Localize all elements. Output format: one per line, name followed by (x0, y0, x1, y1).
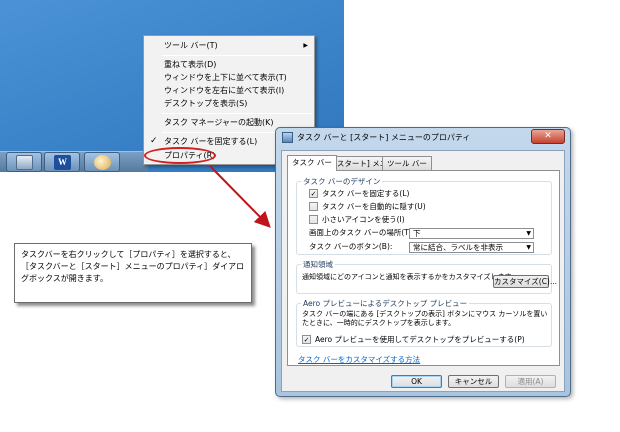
submenu-arrow-icon: ▶ (303, 42, 308, 49)
select-value: 常に結合、ラベルを非表示 (413, 243, 503, 252)
chevron-down-icon: ▼ (526, 244, 531, 251)
customize-button[interactable]: カスタマイズ(C)... (493, 275, 557, 288)
word-icon: W (54, 155, 71, 170)
aero-peek-checkbox[interactable]: ✓ (302, 335, 311, 344)
autohide-checkbox[interactable] (309, 202, 318, 211)
menu-item-show-desktop[interactable]: デスクトップを表示(S) (144, 97, 314, 110)
location-label: 画面上のタスク バーの場所(T): (309, 228, 415, 237)
explorer-icon (16, 155, 33, 170)
checkbox-label: タスク バーを固定する(L) (322, 189, 410, 198)
chevron-down-icon: ▼ (526, 230, 531, 237)
cancel-button[interactable]: キャンセル (448, 375, 499, 388)
taskbar-properties-dialog: タスク バーと [スタート] メニューのプロパティ ✕ タスク バー [スタート… (275, 127, 571, 397)
menu-item-label: ツール バー(T) (164, 41, 218, 50)
menu-item-toolbars[interactable]: ツール バー(T) ▶ (144, 39, 314, 52)
group-title: 通知領域 (301, 259, 335, 270)
location-select[interactable]: 下 ▼ (409, 228, 534, 239)
ok-button[interactable]: OK (391, 375, 442, 388)
lock-taskbar-checkbox[interactable]: ✓ (309, 189, 318, 198)
taskbar-design-group: タスク バーのデザイン ✓ タスク バーを固定する(L) タスク バーを自動的に… (296, 176, 552, 255)
tab-taskbar[interactable]: タスク バー (287, 155, 337, 171)
close-icon[interactable]: ✕ (531, 129, 565, 144)
menu-item-label: デスクトップを表示(S) (164, 99, 248, 108)
menu-item-label: タスク マネージャーの起動(K) (164, 118, 274, 127)
group-title: Aero プレビューによるデスクトップ プレビュー (301, 298, 470, 309)
window-icon (282, 132, 293, 143)
apply-button[interactable]: 適用(A) (505, 375, 556, 388)
dialog-title: タスク バーと [スタート] メニューのプロパティ (297, 133, 471, 142)
notification-text: 通知領域にどのアイコンと通知を表示するかをカスタマイズします。 (302, 273, 518, 281)
menu-separator (162, 55, 312, 56)
taskbar-button-paint[interactable] (84, 152, 120, 172)
tab-toolbars[interactable]: ツール バー (382, 156, 432, 170)
paint-icon (94, 155, 111, 170)
callout-text: タスクバーを右クリックして［プロパティ］を選択すると、［タスクバーと［スタート］… (21, 250, 245, 283)
taskbar-button-explorer[interactable] (6, 152, 42, 172)
tab-panel: タスク バーのデザイン ✓ タスク バーを固定する(L) タスク バーを自動的に… (287, 170, 560, 366)
menu-item-side-by-side[interactable]: ウィンドウを左右に並べて表示(I) (144, 84, 314, 97)
explanation-callout: タスクバーを右クリックして［プロパティ］を選択すると、［タスクバーと［スタート］… (14, 243, 252, 303)
checkbox-label: Aero プレビューを使用してデスクトップをプレビューする(P) (315, 335, 525, 344)
select-value: 下 (413, 229, 421, 238)
menu-separator (162, 113, 312, 114)
menu-item-label: タスク バーを固定する(L) (164, 137, 258, 146)
small-icons-checkbox[interactable] (309, 215, 318, 224)
menu-item-label: 重ねて表示(D) (164, 60, 217, 69)
menu-item-label: ウィンドウを左右に並べて表示(I) (164, 86, 285, 95)
aero-peek-group: Aero プレビューによるデスクトップ プレビュー タスク バーの端にある [デ… (296, 298, 552, 347)
checkbox-label: 小さいアイコンを使う(I) (322, 215, 405, 224)
menu-item-cascade[interactable]: 重ねて表示(D) (144, 58, 314, 71)
menu-item-stack[interactable]: ウィンドウを上下に並べて表示(T) (144, 71, 314, 84)
dialog-client-area: タスク バー [スタート] メニュー ツール バー タスク バーのデザイン ✓ … (281, 150, 565, 392)
menu-item-label: ウィンドウを上下に並べて表示(T) (164, 73, 287, 82)
buttons-select[interactable]: 常に結合、ラベルを非表示 ▼ (409, 242, 534, 253)
checkbox-label: タスク バーを自動的に隠す(U) (322, 202, 426, 211)
buttons-label: タスク バーのボタン(B): (309, 242, 393, 251)
customize-help-link[interactable]: タスク バーをカスタマイズする方法 (298, 354, 420, 365)
highlight-ring (144, 147, 216, 164)
group-title: タスク バーのデザイン (301, 176, 383, 187)
aero-peek-text: タスク バーの端にある [デスクトップの表示] ボタンにマウス カーソルを置いた… (302, 310, 548, 327)
taskbar-button-word[interactable]: W (44, 152, 80, 172)
check-icon: ✓ (150, 136, 158, 146)
notification-area-group: 通知領域 通知領域にどのアイコンと通知を表示するかをカスタマイズします。 カスタ… (296, 259, 557, 294)
dialog-titlebar[interactable]: タスク バーと [スタート] メニューのプロパティ ✕ (276, 128, 570, 148)
